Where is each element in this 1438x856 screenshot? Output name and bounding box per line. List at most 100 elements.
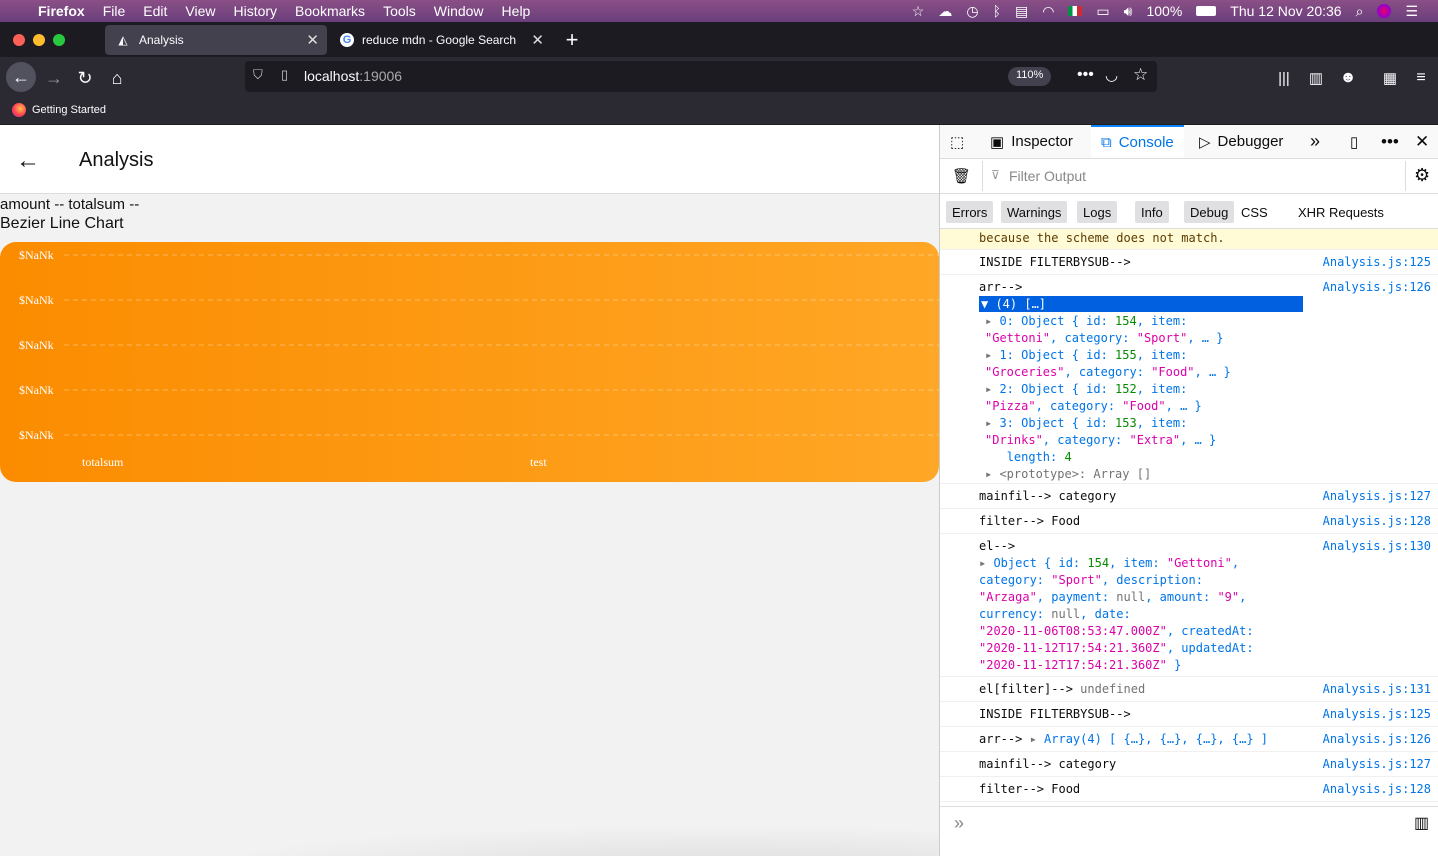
log-source-link[interactable]: Analysis.js:127 <box>1323 488 1431 505</box>
page-icon[interactable]: ▯ <box>281 67 288 83</box>
sidebar-icon[interactable]: ▥ <box>1302 65 1330 91</box>
tab-label: Console <box>1118 134 1174 151</box>
menu-help[interactable]: Help <box>502 3 531 19</box>
airplay-icon[interactable]: ▭ <box>1096 3 1109 20</box>
zoom-level-button[interactable]: 110% <box>1008 67 1052 86</box>
bottom-shadow <box>200 825 939 856</box>
expand-triangle-icon[interactable]: ▸ <box>1030 732 1044 746</box>
element-picker-icon[interactable]: ⬚ <box>950 125 964 158</box>
url-host: localhost <box>304 68 360 84</box>
log-label: el[filter]--> <box>979 682 1081 696</box>
dock-side-icon[interactable]: ▯ <box>1350 125 1358 158</box>
log-source-link[interactable]: Analysis.js:125 <box>1323 706 1431 723</box>
spotlight-icon[interactable]: ⌕ <box>1356 3 1364 20</box>
pocket-icon[interactable]: ◡ <box>1105 66 1118 84</box>
close-devtools-icon[interactable]: ✕ <box>1415 125 1429 158</box>
menu-bookmarks[interactable]: Bookmarks <box>295 3 365 19</box>
log-source-link[interactable]: Analysis.js:128 <box>1323 781 1431 798</box>
console-input[interactable]: » ▥ <box>940 806 1438 856</box>
back-arrow-icon[interactable]: ← <box>16 147 40 175</box>
url-text[interactable]: localhost:19006 <box>304 68 402 84</box>
menu-app-name[interactable]: Firefox <box>38 3 85 19</box>
filter-requests[interactable]: Requests <box>1323 201 1390 223</box>
array-header-selected[interactable]: ▼ (4) […] <box>979 296 1303 312</box>
close-tab-icon[interactable]: ✕ <box>306 31 319 49</box>
log-source-link[interactable]: Analysis.js:126 <box>1323 279 1431 296</box>
tab-inspector[interactable]: ▣ Inspector <box>990 125 1073 158</box>
url-bar[interactable]: ⛉ ▯ localhost:19006 110% ••• ◡ ☆ <box>245 61 1157 92</box>
console-settings-icon[interactable]: ⚙ <box>1414 165 1430 186</box>
log-source-link[interactable]: Analysis.js:125 <box>1323 254 1431 271</box>
log-text: el[filter]--> undefined <box>979 681 1145 698</box>
star-icon[interactable]: ☆ <box>912 3 925 20</box>
flag-icon[interactable] <box>1068 6 1083 16</box>
window-close-button[interactable] <box>13 34 25 46</box>
forward-button[interactable]: → <box>40 65 68 91</box>
notification-center-icon[interactable]: ☰ <box>1405 3 1418 20</box>
collapsed-array[interactable]: Array(4) [ {…}, {…}, {…}, {…} ] <box>1044 732 1268 746</box>
menu-view[interactable]: View <box>185 3 215 19</box>
page-actions-icon[interactable]: ••• <box>1077 66 1094 84</box>
array-entry[interactable]: ▸ 1: Object { id: 155, item: "Groceries"… <box>985 347 1231 381</box>
filter-output-input[interactable]: ⊽ Filter Output <box>982 161 1406 191</box>
devtools-menu-icon[interactable]: ••• <box>1381 125 1399 158</box>
reload-button[interactable]: ↻ <box>71 65 99 91</box>
bluetooth-icon[interactable]: ᛒ <box>993 3 1001 19</box>
filter-info[interactable]: Info <box>1135 201 1169 223</box>
log-source-link[interactable]: Analysis.js:126 <box>1323 731 1431 748</box>
chart-heading: Bezier Line Chart <box>0 215 124 232</box>
window-zoom-button[interactable] <box>53 34 65 46</box>
cloud-icon[interactable]: ☁ <box>938 3 952 20</box>
prompt-chevron-icon: » <box>954 813 965 833</box>
editor-mode-icon[interactable]: ▥ <box>1414 813 1429 833</box>
array-entry[interactable]: ▸ 2: Object { id: 152, item: "Pizza", ca… <box>985 381 1231 415</box>
filter-logs[interactable]: Logs <box>1077 201 1118 223</box>
menu-history[interactable]: History <box>233 3 277 19</box>
extensions-icon[interactable]: ▦ <box>1376 65 1404 91</box>
console-message: mainfil--> category Analysis.js:127 <box>940 752 1438 777</box>
log-source-link[interactable]: Analysis.js:131 <box>1323 681 1431 698</box>
home-button[interactable]: ⌂ <box>103 65 131 91</box>
filter-css[interactable]: CSS <box>1235 201 1274 223</box>
log-source-link[interactable]: Analysis.js:128 <box>1323 513 1431 530</box>
menu-window[interactable]: Window <box>434 3 484 19</box>
bookmark-getting-started[interactable]: Getting Started <box>12 103 106 117</box>
tab-console[interactable]: ⧉ Console <box>1091 125 1184 158</box>
window-minimize-button[interactable] <box>33 34 45 46</box>
tracking-shield-icon[interactable]: ⛉ <box>253 67 263 83</box>
time-machine-icon[interactable]: ◷ <box>966 3 978 20</box>
siri-icon[interactable] <box>1377 4 1392 18</box>
menu-file[interactable]: File <box>103 3 126 19</box>
wifi-icon[interactable]: ◠ <box>1042 3 1054 20</box>
clock[interactable]: Thu 12 Nov 20:36 <box>1230 3 1341 19</box>
more-tabs-icon[interactable]: » <box>1310 125 1320 158</box>
console-message: filter--> Food Analysis.js:128 <box>940 509 1438 534</box>
filter-debug[interactable]: Debug <box>1184 201 1235 223</box>
keyboard-icon[interactable]: ▤ <box>1015 3 1028 20</box>
tab-debugger[interactable]: ▷ Debugger <box>1199 125 1283 158</box>
log-source-link[interactable]: Analysis.js:127 <box>1323 756 1431 773</box>
array-entry[interactable]: ▸ 0: Object { id: 154, item: "Gettoni", … <box>985 313 1231 347</box>
log-text: mainfil--> category <box>979 757 1117 771</box>
hamburger-menu-icon[interactable]: ≡ <box>1407 65 1435 91</box>
filter-warnings[interactable]: Warnings <box>1001 201 1068 223</box>
clear-console-icon[interactable]: 🗑︎ <box>952 167 971 185</box>
tab-google-search[interactable]: G reduce mdn - Google Search ✕ <box>330 25 552 55</box>
menu-edit[interactable]: Edit <box>143 3 167 19</box>
y-tick-label: $NaNk <box>19 248 54 262</box>
log-source-link[interactable]: Analysis.js:130 <box>1323 538 1431 555</box>
account-icon[interactable]: ☻ <box>1334 65 1362 91</box>
array-entry[interactable]: ▸ 3: Object { id: 153, item: "Drinks", c… <box>985 415 1231 449</box>
volume-icon[interactable]: 🔊︎ <box>1124 3 1133 20</box>
array-prototype[interactable]: ▸ <prototype>: Array [] <box>985 466 1231 483</box>
menu-tools[interactable]: Tools <box>383 3 416 19</box>
battery-percent[interactable]: 100% <box>1146 3 1182 19</box>
library-icon[interactable]: ||| <box>1270 65 1298 91</box>
bookmark-star-icon[interactable]: ☆ <box>1133 65 1148 85</box>
close-tab-icon[interactable]: ✕ <box>531 31 544 49</box>
filter-errors[interactable]: Errors <box>946 201 994 223</box>
el-object[interactable]: ▸ Object { id: 154, item: "Gettoni", cat… <box>979 555 1254 674</box>
new-tab-button[interactable]: + <box>558 25 586 55</box>
back-button[interactable]: ← <box>6 62 36 92</box>
tab-analysis[interactable]: ◭ Analysis ✕ <box>105 25 327 55</box>
